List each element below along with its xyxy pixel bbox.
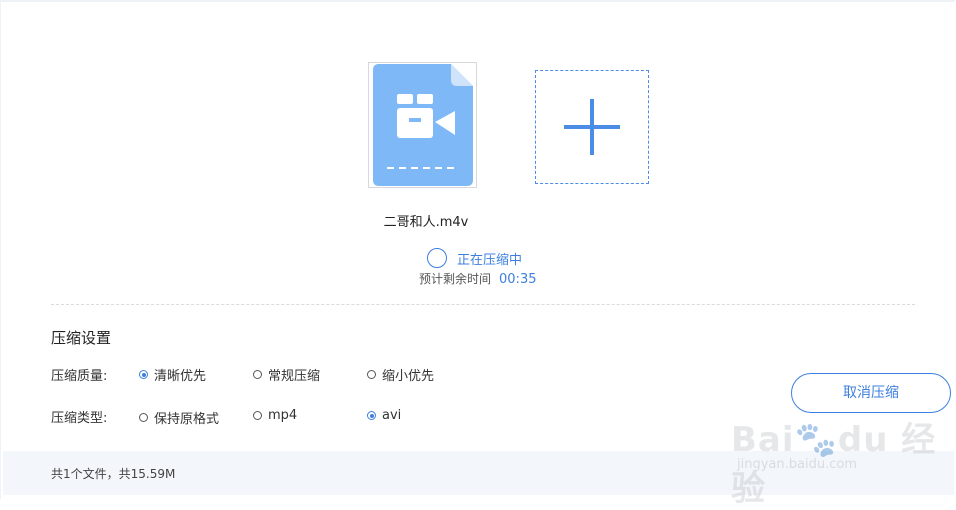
radio-icon[interactable] xyxy=(253,411,262,420)
radio-checked-icon[interactable] xyxy=(367,411,376,420)
option-label: 缩小优先 xyxy=(382,369,435,384)
radio-icon[interactable] xyxy=(139,413,148,422)
option-label: 保持原格式 xyxy=(154,412,220,427)
section-divider xyxy=(51,304,915,305)
cancel-compress-button[interactable]: 取消压缩 xyxy=(791,373,951,413)
quality-option-small[interactable]: 缩小优先 xyxy=(367,365,434,384)
status-text: 正在压缩中 xyxy=(457,252,523,268)
video-file-icon xyxy=(373,64,473,186)
quality-label: 压缩质量: xyxy=(51,369,108,384)
settings-title: 压缩设置 xyxy=(51,329,112,347)
type-option-avi[interactable]: avi xyxy=(367,408,401,423)
file-name: 二哥和人.m4v xyxy=(383,215,469,230)
file-summary: 共1个文件，共15.59M xyxy=(51,467,176,481)
radio-checked-icon[interactable] xyxy=(139,370,148,379)
option-label: avi xyxy=(382,408,402,423)
compress-panel: 二哥和人.m4v 正在压缩中 预计剩余时间 00:35 压缩设置 压缩质量: 清晰… xyxy=(0,0,955,509)
remaining-time: 预计剩余时间 00:35 xyxy=(419,270,536,287)
option-label: mp4 xyxy=(268,408,298,423)
quality-option-normal[interactable]: 常规压缩 xyxy=(253,365,320,384)
option-label: 清晰优先 xyxy=(154,369,207,384)
add-file-button[interactable] xyxy=(535,70,649,184)
compress-status: 正在压缩中 xyxy=(427,247,522,269)
radio-icon[interactable] xyxy=(253,370,262,379)
footer-bar: 共1个文件，共15.59M xyxy=(3,451,954,495)
option-label: 常规压缩 xyxy=(268,369,321,384)
type-option-mp4[interactable]: mp4 xyxy=(253,408,297,423)
plus-icon xyxy=(564,99,620,155)
remaining-time-label: 预计剩余时间 xyxy=(419,272,492,286)
type-option-original[interactable]: 保持原格式 xyxy=(139,408,219,427)
file-thumbnail[interactable] xyxy=(368,62,477,188)
radio-icon[interactable] xyxy=(367,370,376,379)
type-label: 压缩类型: xyxy=(51,411,108,426)
loading-spinner-icon xyxy=(427,248,447,268)
remaining-time-value: 00:35 xyxy=(499,272,537,287)
quality-option-clear[interactable]: 清晰优先 xyxy=(139,365,206,384)
